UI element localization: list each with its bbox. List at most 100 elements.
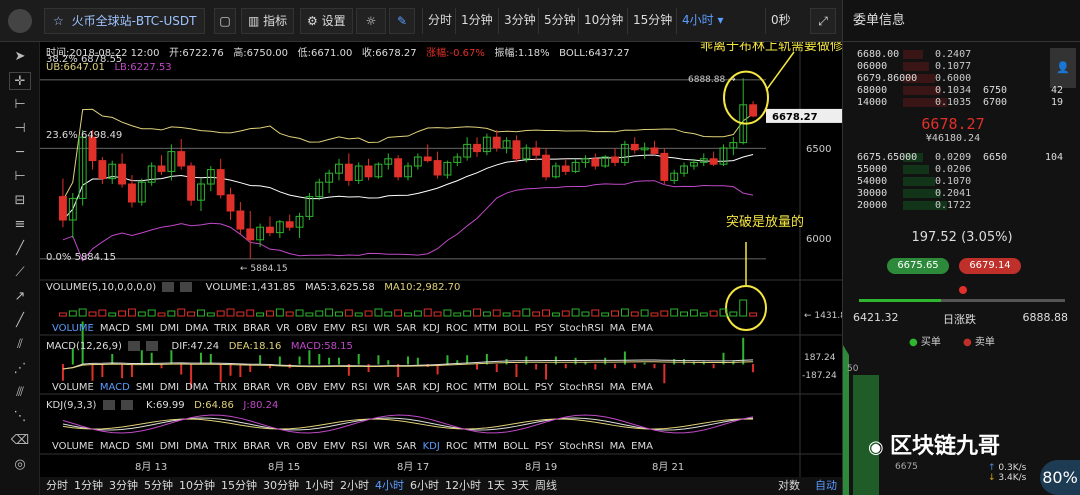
orderbook-row[interactable]: 20000 0.1722 xyxy=(843,200,1063,211)
bottom-interval-2[interactable]: 3分钟 xyxy=(106,477,141,495)
indicator-tab-trix[interactable]: TRIX xyxy=(214,323,237,334)
orderbook-row[interactable]: 55000 0.0206 xyxy=(843,164,1063,175)
indicator-tab-kdj[interactable]: KDJ xyxy=(423,323,440,334)
bottom-interval-9[interactable]: 4小时 xyxy=(372,477,407,495)
indicator-tab-smi[interactable]: SMI xyxy=(136,323,154,334)
orderbook-row[interactable]: 14000 0.1035 6700 19 xyxy=(843,97,1063,108)
indicator-tab-smi[interactable]: SMI xyxy=(136,382,154,393)
orderbook-row[interactable]: 06000 0.1077 xyxy=(843,61,1063,72)
indicator-tab-dma[interactable]: DMA xyxy=(185,441,208,452)
interval-tab-2[interactable]: 3分钟 xyxy=(498,8,541,34)
trend-line-icon[interactable]: ╱ xyxy=(9,240,31,258)
indicator-tab-smi[interactable]: SMI xyxy=(136,441,154,452)
parallel-channel-icon[interactable]: ⫽ xyxy=(9,336,31,354)
settings-button[interactable]: ⚙ 设置 xyxy=(300,8,353,34)
bottom-interval-14[interactable]: 周线 xyxy=(532,477,560,495)
indicator-tab-stochrsi[interactable]: StochRSI xyxy=(559,441,603,452)
indicator-tab-trix[interactable]: TRIX xyxy=(214,441,237,452)
indicator-tab-stochrsi[interactable]: StochRSI xyxy=(559,323,603,334)
indicator-tab-dma[interactable]: DMA xyxy=(185,323,208,334)
indicator-tab-roc[interactable]: ROC xyxy=(446,323,468,334)
indicator-tab-stochrsi[interactable]: StochRSI xyxy=(559,382,603,393)
indicator-tab-dmi[interactable]: DMI xyxy=(160,441,179,452)
indicator-tab-volume[interactable]: VOLUME xyxy=(52,441,94,452)
indicator-tab-emv[interactable]: EMV xyxy=(323,382,345,393)
kdj-settings-icon[interactable] xyxy=(102,400,115,410)
indicator-tab-wr[interactable]: WR xyxy=(373,441,390,452)
indicator-tab-obv[interactable]: OBV xyxy=(296,323,317,334)
interval-tab-0[interactable]: 分时 xyxy=(422,8,457,34)
bottom-interval-0[interactable]: 分时 xyxy=(43,477,71,495)
bottom-interval-6[interactable]: 30分钟 xyxy=(260,477,302,495)
bottom-interval-3[interactable]: 5分钟 xyxy=(141,477,176,495)
indicator-tab-emv[interactable]: EMV xyxy=(323,441,345,452)
indicator-tab-wr[interactable]: WR xyxy=(373,382,390,393)
indicator-tab-rsi[interactable]: RSI xyxy=(351,323,367,334)
draw-pen-icon[interactable]: ✎ xyxy=(389,8,415,34)
bottom-interval-11[interactable]: 12小时 xyxy=(442,477,484,495)
sell-price-button[interactable]: 6679.14 xyxy=(959,258,1021,274)
indicators-button[interactable]: ▥ 指标 xyxy=(241,8,295,34)
indicator-tab-psy[interactable]: PSY xyxy=(535,382,554,393)
indicator-tab-macd[interactable]: MACD xyxy=(100,323,130,334)
indicator-tab-brar[interactable]: BRAR xyxy=(243,323,270,334)
expand-icon[interactable]: ⤢ xyxy=(810,8,836,34)
indicator-tab-volume[interactable]: VOLUME xyxy=(52,323,94,334)
price-line-icon[interactable]: ⊟ xyxy=(9,192,31,210)
volume-close-icon[interactable] xyxy=(180,282,193,292)
bottom-interval-7[interactable]: 1小时 xyxy=(302,477,337,495)
arrow-line-icon[interactable]: ↗ xyxy=(9,288,31,306)
orderbook-row[interactable]: 6679.86000 0.6000 xyxy=(843,73,1063,84)
indicator-tab-ema[interactable]: EMA xyxy=(631,323,653,334)
indicator-tab-ma[interactable]: MA xyxy=(610,441,625,452)
volume-settings-icon[interactable] xyxy=(162,282,175,292)
indicator-tab-sar[interactable]: SAR xyxy=(396,441,416,452)
pitchfork-icon[interactable]: ⫻ xyxy=(9,384,31,402)
kline-chart[interactable]: 6500 6000 6678.27 6888.88 → ← 5884.15 乖离于布林上轨… xyxy=(40,42,842,477)
indicator-tab-ma[interactable]: MA xyxy=(610,323,625,334)
bottom-interval-5[interactable]: 15分钟 xyxy=(218,477,260,495)
fullscreen-window-icon[interactable]: ▢ xyxy=(214,8,236,34)
cursor-arrow-icon[interactable]: ➤ xyxy=(9,48,31,66)
buy-price-button[interactable]: 6675.65 xyxy=(887,258,949,274)
indicator-tab-vr[interactable]: VR xyxy=(276,382,290,393)
bottom-interval-4[interactable]: 10分钟 xyxy=(176,477,218,495)
indicator-tab-volume[interactable]: VOLUME xyxy=(52,382,94,393)
interval-tab-5[interactable]: 15分钟 xyxy=(627,8,677,34)
indicator-tab-dmi[interactable]: DMI xyxy=(160,382,179,393)
indicator-tab-ema[interactable]: EMA xyxy=(631,441,653,452)
interval-tab-3[interactable]: 5分钟 xyxy=(538,8,581,34)
indicator-tab-rsi[interactable]: RSI xyxy=(351,382,367,393)
indicator-tab-psy[interactable]: PSY xyxy=(535,323,554,334)
chart-canvas[interactable]: 650060006678.276888.88 →← 5884.15乖离于布林上轨… xyxy=(40,42,842,477)
indicator-tab-vr[interactable]: VR xyxy=(276,323,290,334)
indicator-tab-wr[interactable]: WR xyxy=(373,323,390,334)
indicator-tab-brar[interactable]: BRAR xyxy=(243,441,270,452)
horizontal-line-icon[interactable]: ─ xyxy=(9,144,31,162)
log-scale-toggle[interactable]: 对数 xyxy=(775,477,803,495)
indicator-tab-emv[interactable]: EMV xyxy=(323,323,345,334)
indicator-tab-macd[interactable]: MACD xyxy=(100,382,130,393)
indicator-tab-ema[interactable]: EMA xyxy=(631,382,653,393)
indicator-tab-mtm[interactable]: MTM xyxy=(474,382,497,393)
indicator-tab-vr[interactable]: VR xyxy=(276,441,290,452)
auto-scale-toggle[interactable]: 自动 xyxy=(812,477,840,495)
indicator-tab-kdj[interactable]: KDJ xyxy=(423,382,440,393)
symbol-selector[interactable]: ☆ 火币全球站-BTC-USDT xyxy=(44,8,206,34)
fib-retracement-icon[interactable]: ⋱ xyxy=(9,408,31,426)
indicator-tab-dma[interactable]: DMA xyxy=(185,382,208,393)
indicator-tab-roc[interactable]: ROC xyxy=(446,382,468,393)
indicator-tab-mtm[interactable]: MTM xyxy=(474,441,497,452)
indicator-tab-psy[interactable]: PSY xyxy=(535,441,554,452)
indicator-tab-boll[interactable]: BOLL xyxy=(503,323,529,334)
macd-close-icon[interactable] xyxy=(146,341,159,351)
indicator-tab-macd[interactable]: MACD xyxy=(100,441,130,452)
bottom-interval-13[interactable]: 3天 xyxy=(508,477,532,495)
indicator-tab-roc[interactable]: ROC xyxy=(446,441,468,452)
theme-toggle-icon[interactable]: ☼ xyxy=(356,8,386,34)
horizontal-ray-2-icon[interactable]: ⊢ xyxy=(9,168,31,186)
fib-channel-icon[interactable]: ⋰ xyxy=(9,360,31,378)
indicator-tab-sar[interactable]: SAR xyxy=(396,382,416,393)
indicator-tab-sar[interactable]: SAR xyxy=(396,323,416,334)
indicator-tab-obv[interactable]: OBV xyxy=(296,382,317,393)
